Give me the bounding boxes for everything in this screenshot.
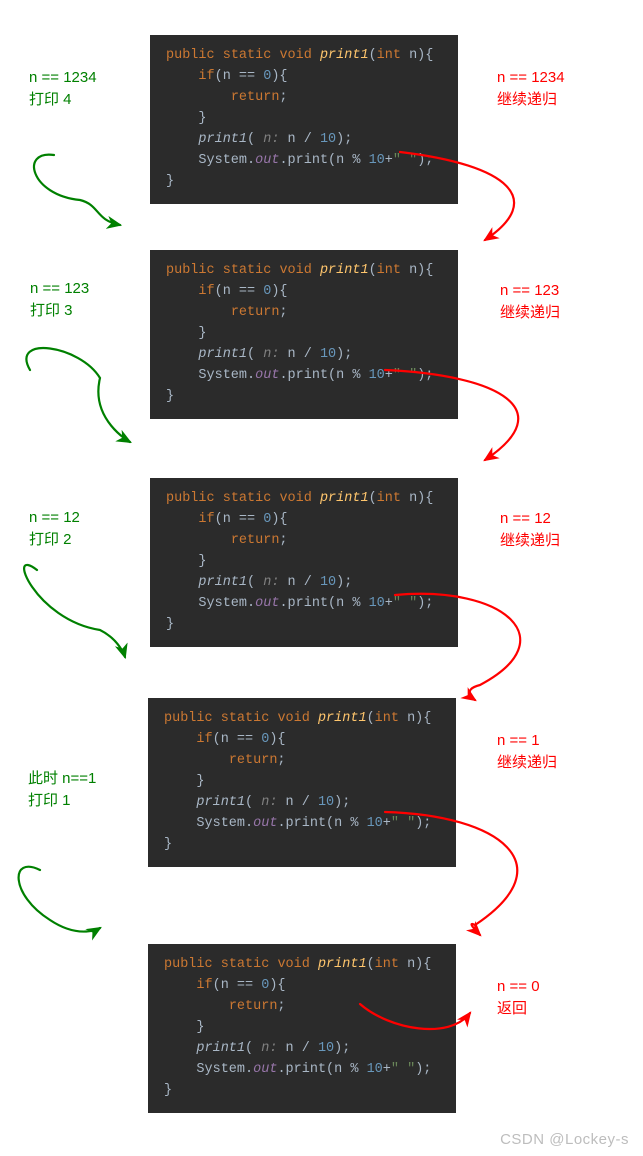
code-block-3: public static void print1(int n){ if(n =… xyxy=(150,478,458,647)
code-block-2: public static void print1(int n){ if(n =… xyxy=(150,250,458,419)
green-label-1: n == 1234 打印 4 xyxy=(29,67,97,111)
watermark: CSDN @Lockey-s xyxy=(500,1131,629,1148)
green-label-4: 此时 n==1 打印 1 xyxy=(28,768,96,812)
code-block-4: public static void print1(int n){ if(n =… xyxy=(148,698,456,867)
red-label-3: n == 12 继续递归 xyxy=(500,508,560,552)
red-label-4: n == 1 继续递归 xyxy=(497,730,557,774)
red-label-1: n == 1234 继续递归 xyxy=(497,67,565,111)
code-block-5: public static void print1(int n){ if(n =… xyxy=(148,944,456,1113)
green-label-3: n == 12 打印 2 xyxy=(29,507,80,551)
green-label-2: n == 123 打印 3 xyxy=(30,278,89,322)
red-label-2: n == 123 继续递归 xyxy=(500,280,560,324)
red-label-5: n == 0 返回 xyxy=(497,976,540,1020)
code-block-1: public static void print1(int n){ if(n =… xyxy=(150,35,458,204)
